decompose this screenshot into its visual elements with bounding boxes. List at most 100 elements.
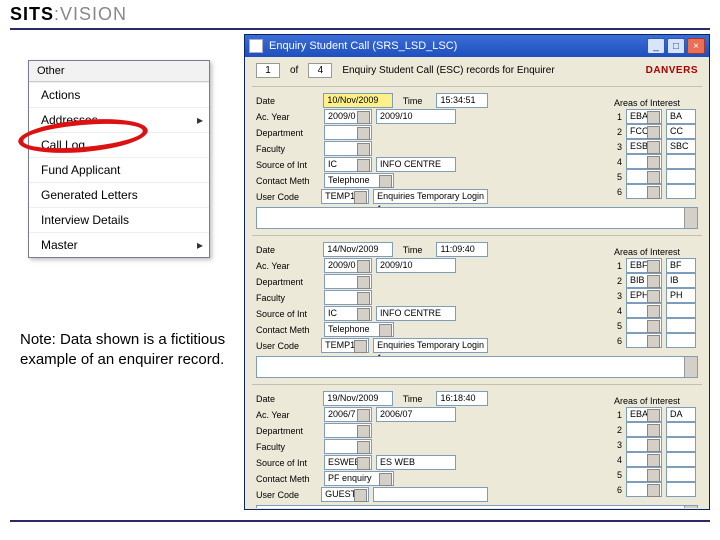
menu-item-generated-letters[interactable]: Generated Letters [29, 182, 209, 207]
method-field[interactable]: Telephone [324, 322, 394, 337]
source2-field[interactable]: ES WEB [376, 455, 456, 470]
user-field[interactable]: GUEST [321, 487, 369, 502]
year2-field[interactable]: 2009/10 [376, 109, 456, 124]
notes-textarea[interactable] [256, 207, 698, 229]
year-field[interactable]: 2009/0 [324, 109, 372, 124]
area-code-field[interactable]: EPH [626, 288, 662, 303]
area-code-field[interactable]: ESBC [626, 139, 662, 154]
label-date: Date [256, 96, 319, 106]
area-code-field[interactable] [626, 482, 662, 497]
source-field[interactable]: ESWEB [324, 455, 372, 470]
area-code-field[interactable]: EBA [626, 407, 662, 422]
record-total-input[interactable] [308, 63, 332, 78]
scrollbar[interactable] [684, 208, 697, 228]
label-fac: Faculty [256, 144, 320, 154]
area-sub-field[interactable] [666, 333, 696, 348]
area-sub-field[interactable] [666, 169, 696, 184]
record-index-input[interactable] [256, 63, 280, 78]
user2-field[interactable]: Enquiries Temporary Login 1 [373, 338, 488, 353]
time-field[interactable]: 11:09:40 [436, 242, 488, 257]
area-code-field[interactable] [626, 303, 662, 318]
menu-item-addresses[interactable]: Addresses▸ [29, 107, 209, 132]
titlebar[interactable]: Enquiry Student Call (SRS_LSD_LSC) _ □ × [245, 35, 709, 57]
areas-of-interest: Areas of Interest1EBFBF2BIBIB3EPHPH456 [614, 247, 698, 348]
source2-field[interactable]: INFO CENTRE [376, 306, 456, 321]
menu-item-fund-applicant[interactable]: Fund Applicant [29, 157, 209, 182]
area-code-field[interactable]: BIB [626, 273, 662, 288]
area-sub-field[interactable] [666, 422, 696, 437]
area-sub-field[interactable]: SBC [666, 139, 696, 154]
menu-item-call-log[interactable]: Call Log [29, 132, 209, 157]
call-record: Date19/Nov/2009Time16:18:40Ac. Year2006/… [252, 384, 702, 508]
source-field[interactable]: IC [324, 157, 372, 172]
time-field[interactable]: 15:34:51 [436, 93, 488, 108]
area-sub-field[interactable] [666, 184, 696, 199]
scrollbar[interactable] [684, 506, 697, 508]
dept-field[interactable] [324, 423, 372, 438]
area-sub-field[interactable] [666, 437, 696, 452]
area-sub-field[interactable] [666, 452, 696, 467]
year2-field[interactable]: 2009/10 [376, 258, 456, 273]
date-field[interactable]: 19/Nov/2009 [323, 391, 392, 406]
dept-field[interactable] [324, 125, 372, 140]
user2-field[interactable] [373, 487, 488, 502]
area-code-field[interactable] [626, 154, 662, 169]
notes-textarea[interactable] [256, 505, 698, 508]
source-field[interactable]: IC [324, 306, 372, 321]
user2-field[interactable]: Enquiries Temporary Login 1 [373, 189, 488, 204]
user-field[interactable]: TEMP1 [321, 189, 369, 204]
label-fac: Faculty [256, 293, 320, 303]
area-sub-field[interactable] [666, 303, 696, 318]
area-sub-field[interactable]: IB [666, 273, 696, 288]
close-button[interactable]: × [687, 38, 705, 54]
fac-field[interactable] [324, 141, 372, 156]
fac-field[interactable] [324, 439, 372, 454]
menu-item-interview-details[interactable]: Interview Details [29, 207, 209, 232]
label-time: Time [403, 245, 433, 255]
area-sub-field[interactable] [666, 482, 696, 497]
area-code-field[interactable] [626, 437, 662, 452]
area-code-field[interactable]: FCC [626, 124, 662, 139]
area-code-field[interactable] [626, 422, 662, 437]
source2-field[interactable]: INFO CENTRE [376, 157, 456, 172]
label-date: Date [256, 245, 319, 255]
area-sub-field[interactable]: BA [666, 109, 696, 124]
area-sub-field[interactable]: PH [666, 288, 696, 303]
area-code-field[interactable]: EBA [626, 109, 662, 124]
area-code-field[interactable] [626, 184, 662, 199]
maximize-button[interactable]: □ [667, 38, 685, 54]
year-field[interactable]: 2006/7 [324, 407, 372, 422]
year2-field[interactable]: 2006/07 [376, 407, 456, 422]
dept-field[interactable] [324, 274, 372, 289]
area-code-field[interactable] [626, 318, 662, 333]
menu-item-actions[interactable]: Actions [29, 82, 209, 107]
label-year: Ac. Year [256, 261, 320, 271]
year-field[interactable]: 2009/0 [324, 258, 372, 273]
area-code-field[interactable]: EBF [626, 258, 662, 273]
minimize-button[interactable]: _ [647, 38, 665, 54]
menu-item-label: Fund Applicant [41, 163, 120, 177]
area-sub-field[interactable] [666, 467, 696, 482]
notes-textarea[interactable] [256, 356, 698, 378]
area-sub-field[interactable]: DA [666, 407, 696, 422]
area-sub-field[interactable] [666, 318, 696, 333]
date-field[interactable]: 10/Nov/2009 [323, 93, 392, 108]
fac-field[interactable] [324, 290, 372, 305]
date-field[interactable]: 14/Nov/2009 [323, 242, 392, 257]
method-field[interactable]: Telephone [324, 173, 394, 188]
area-sub-field[interactable] [666, 154, 696, 169]
user-field[interactable]: TEMP1 [321, 338, 369, 353]
scrollbar[interactable] [684, 357, 697, 377]
area-sub-field[interactable]: BF [666, 258, 696, 273]
area-code-field[interactable] [626, 169, 662, 184]
area-code-field[interactable] [626, 333, 662, 348]
area-sub-field[interactable]: CC [666, 124, 696, 139]
label-method: Contact Meth [256, 325, 320, 335]
menu-item-master[interactable]: Master▸ [29, 232, 209, 257]
menu-item-label: Actions [41, 88, 80, 102]
method-field[interactable]: PF enquiry [324, 471, 394, 486]
area-code-field[interactable] [626, 467, 662, 482]
area-code-field[interactable] [626, 452, 662, 467]
time-field[interactable]: 16:18:40 [436, 391, 488, 406]
label-dept: Department [256, 128, 320, 138]
